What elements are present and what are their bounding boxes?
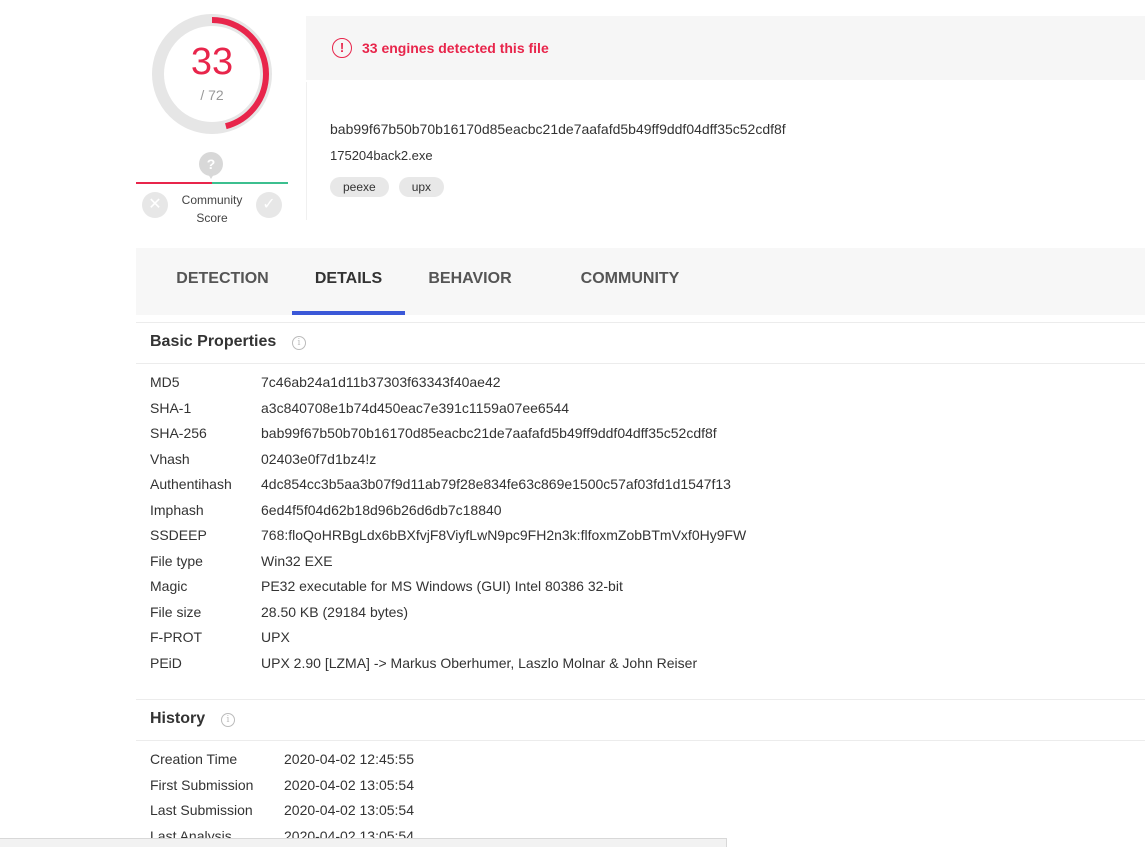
- history-key: Last Submission: [150, 802, 253, 818]
- tag-peexe[interactable]: peexe: [330, 177, 389, 197]
- tag-upx[interactable]: upx: [398, 177, 445, 197]
- property-value: UPX 2.90 [LZMA] -> Markus Oberhumer, Las…: [261, 654, 698, 671]
- property-value[interactable]: 02403e0f7d1bz4!z: [261, 447, 376, 472]
- file-tags: peexe upx: [330, 177, 445, 197]
- tab-community[interactable]: COMMUNITY: [570, 248, 690, 315]
- tab-details[interactable]: DETAILS: [292, 248, 405, 315]
- property-key: File size: [150, 603, 202, 620]
- info-icon[interactable]: i: [292, 336, 306, 350]
- community-bar-positive: [212, 182, 288, 184]
- detection-score-gauge: 33 / 72: [150, 12, 274, 136]
- alert-text: 33 engines detected this file: [362, 40, 549, 56]
- property-key: Authentihash: [150, 476, 232, 492]
- tab-detection[interactable]: DETECTION: [165, 248, 280, 315]
- detected-count: 33: [190, 41, 234, 83]
- property-key: SHA-1: [150, 399, 192, 416]
- section-title: Basic Properties: [150, 333, 277, 350]
- property-value[interactable]: 7c46ab24a1d11b37303f63343f40ae42: [261, 370, 501, 395]
- file-name: 175204back2.exe: [330, 148, 433, 163]
- property-key: PEiD: [150, 654, 182, 671]
- info-icon[interactable]: i: [221, 713, 235, 727]
- property-value: Win32 EXE: [261, 552, 333, 569]
- community-bar-negative: [136, 182, 212, 184]
- property-value[interactable]: 6ed4f5f04d62b18d96b26d6db7c18840: [261, 498, 502, 523]
- property-key: SHA-256: [150, 425, 207, 441]
- vote-harmful-icon[interactable]: ✕: [142, 192, 168, 218]
- community-label-line2: Score: [196, 211, 228, 225]
- community-score-label: Community Score: [172, 191, 252, 227]
- file-info-panel: bab99f67b50b70b16170d85eacbc21de7aafafd5…: [306, 82, 1145, 220]
- detection-alert: ! 33 engines detected this file: [306, 16, 1145, 80]
- history-key: First Submission: [150, 776, 254, 793]
- file-hash[interactable]: bab99f67b50b70b16170d85eacbc21de7aafafd5…: [330, 121, 786, 137]
- community-label-line1: Community: [181, 193, 243, 207]
- property-key: Vhash: [150, 450, 190, 467]
- question-icon: ?: [199, 152, 223, 179]
- property-key: Imphash: [150, 501, 204, 518]
- property-key: MD5: [150, 374, 180, 390]
- history-value: 2020-04-02 13:05:54: [284, 802, 414, 818]
- property-key: Magic: [150, 578, 188, 594]
- vote-harmless-icon[interactable]: ✓: [256, 192, 282, 218]
- history-header: History i: [136, 699, 1145, 741]
- basic-properties-header: Basic Properties i: [136, 322, 1145, 364]
- property-key: F-PROT: [150, 629, 203, 645]
- section-title: History: [150, 710, 206, 727]
- tab-behavior[interactable]: BEHAVIOR: [417, 248, 523, 315]
- property-value[interactable]: bab99f67b50b70b16170d85eacbc21de7aafafd5…: [261, 421, 717, 446]
- property-value: 28.50 KB (29184 bytes): [261, 603, 409, 620]
- history-value: 2020-04-02 12:45:55: [284, 751, 414, 767]
- total-engines: / 72: [200, 87, 224, 103]
- property-value[interactable]: a3c840708e1b74d450eac7e391c1159a07ee6544: [261, 396, 569, 421]
- history-value: 2020-04-02 13:05:54: [284, 776, 414, 793]
- alert-icon: !: [332, 38, 352, 58]
- property-value[interactable]: 768:floQoHRBgLdx6bBXfvjF8ViyfLwN9pc9FH2n…: [261, 523, 746, 548]
- property-key: SSDEEP: [150, 527, 207, 543]
- horizontal-scrollbar[interactable]: [0, 838, 727, 847]
- property-value: PE32 executable for MS Windows (GUI) Int…: [261, 578, 623, 594]
- property-value[interactable]: 4dc854cc3b5aa3b07f9d11ab79f28e834fe63c86…: [261, 472, 731, 497]
- report-tabs: DETECTION DETAILS BEHAVIOR COMMUNITY: [136, 248, 1145, 315]
- history-key: Creation Time: [150, 751, 238, 767]
- community-score: ? ✕ Community Score ✓: [136, 152, 288, 232]
- property-key: File type: [150, 552, 203, 569]
- property-value: UPX: [261, 629, 290, 645]
